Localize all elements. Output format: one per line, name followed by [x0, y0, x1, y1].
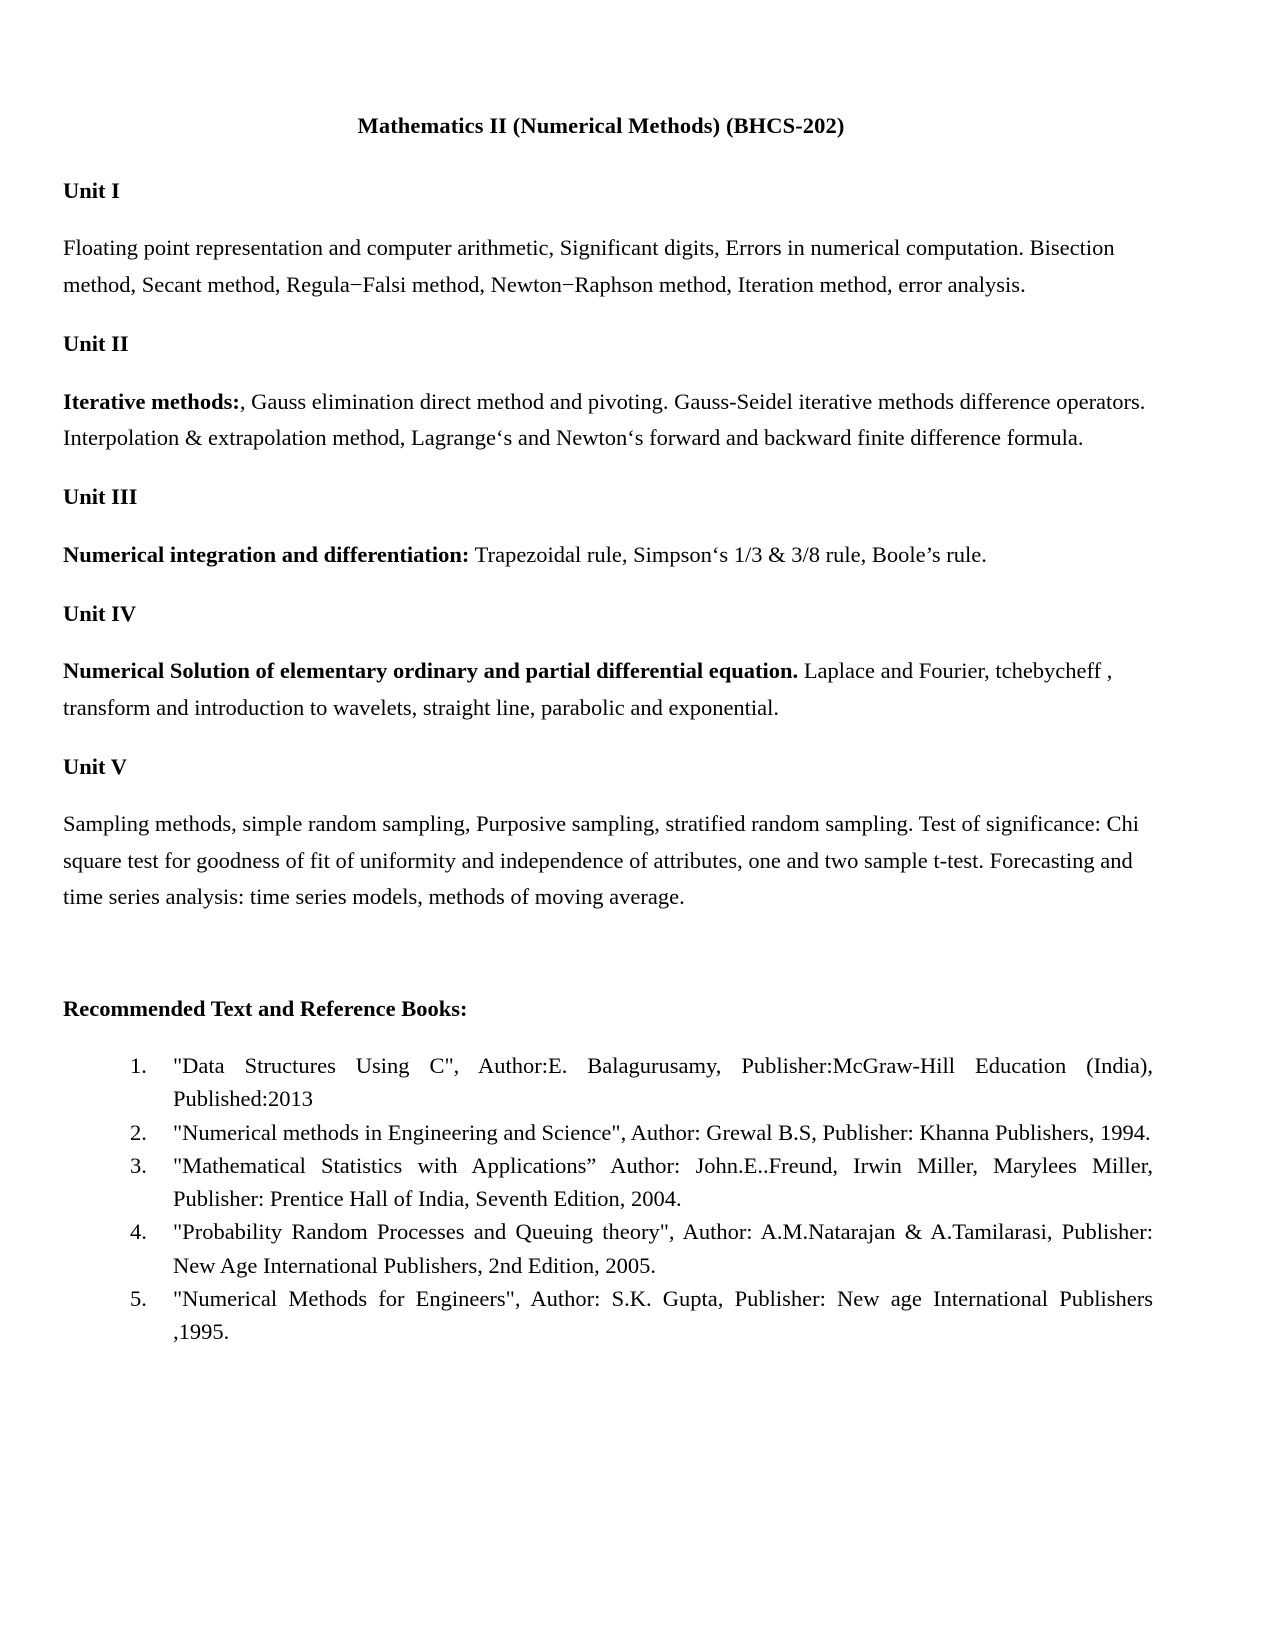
unit-heading-5: Unit V — [63, 754, 127, 780]
reference-text: "Data Structures Using C", Author:E. Bal… — [173, 1053, 1153, 1112]
unit-body-4: Numerical Solution of elementary ordinar… — [63, 653, 1153, 726]
reference-text: "Probability Random Processes and Queuin… — [173, 1219, 1153, 1278]
list-item: "Mathematical Statistics with Applicatio… — [63, 1149, 1153, 1216]
list-item: "Numerical methods in Engineering and Sc… — [63, 1116, 1153, 1150]
page-title: Mathematics II (Numerical Methods) (BHCS… — [357, 113, 845, 138]
unit-heading-2: Unit II — [63, 331, 129, 357]
references-heading: Recommended Text and Reference Books: — [63, 995, 468, 1021]
unit-body-5: Sampling methods, simple random sampling… — [63, 806, 1153, 915]
document-page: Mathematics II (Numerical Methods) (BHCS… — [0, 0, 1275, 1650]
references-list: "Data Structures Using C", Author:E. Bal… — [63, 1049, 1153, 1349]
unit-heading-1: Unit I — [63, 178, 120, 204]
unit-lead-4: Numerical Solution of elementary ordinar… — [63, 658, 799, 684]
unit-body-2: Iterative methods:, Gauss elimination di… — [63, 384, 1153, 457]
unit-body-text-3: Trapezoidal rule, Simpson‘s 1/3 & 3/8 ru… — [469, 541, 987, 567]
reference-text: "Mathematical Statistics with Applicatio… — [173, 1152, 1153, 1212]
unit-body-text-5: Sampling methods, simple random sampling… — [63, 811, 1140, 910]
unit-lead-3: Numerical integration and differentiatio… — [63, 541, 470, 567]
unit-body-1: Floating point representation and comput… — [63, 230, 1153, 303]
unit-heading-3: Unit III — [63, 484, 138, 510]
reference-text: "Numerical Methods for Engineers", Autho… — [173, 1286, 1153, 1345]
reference-text: "Numerical methods in Engineering and Sc… — [173, 1119, 1151, 1145]
list-item: "Numerical Methods for Engineers", Autho… — [63, 1282, 1153, 1349]
list-item: "Probability Random Processes and Queuin… — [63, 1215, 1153, 1282]
unit-body-3: Numerical integration and differentiatio… — [63, 537, 1153, 573]
unit-heading-4: Unit IV — [63, 601, 137, 627]
list-item: "Data Structures Using C", Author:E. Bal… — [63, 1049, 1153, 1116]
document-content: Mathematics II (Numerical Methods) (BHCS… — [63, 112, 1153, 1349]
unit-lead-2: Iterative methods: — [63, 388, 240, 414]
unit-body-text-1: Floating point representation and comput… — [63, 235, 1115, 297]
